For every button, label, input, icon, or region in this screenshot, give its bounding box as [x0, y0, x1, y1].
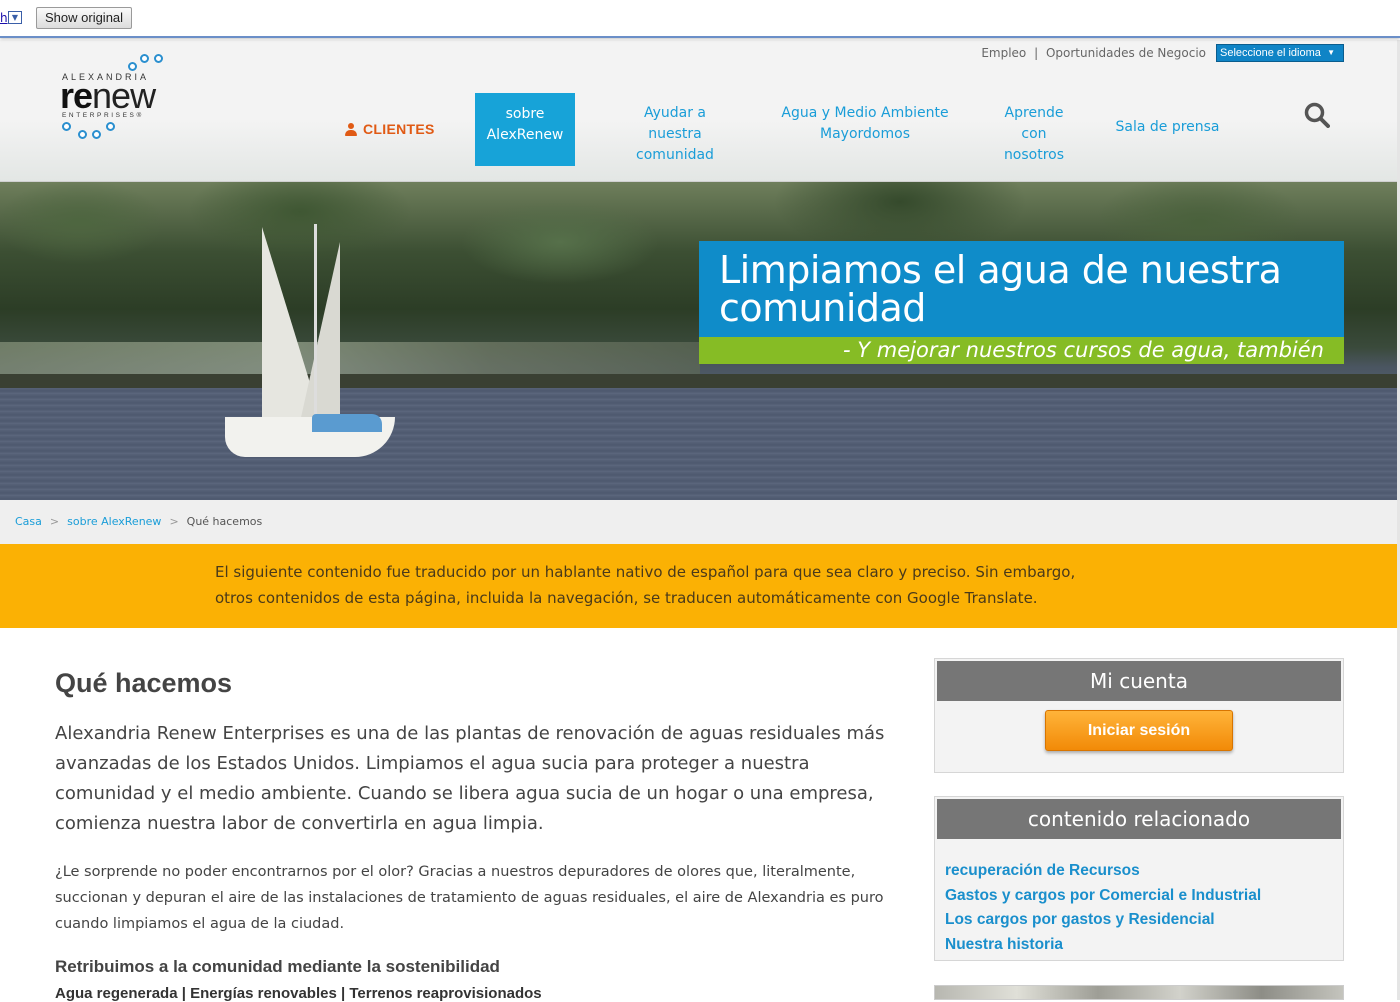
logo-dot-icon — [140, 54, 149, 63]
my-account-title: Mi cuenta — [937, 661, 1341, 701]
nav-ayudar[interactable]: Ayudar a nuestra comunidad — [624, 103, 726, 166]
logo-dot-icon — [128, 62, 137, 71]
page-title: Qué hacemos — [55, 668, 233, 698]
utility-link-oportunidades[interactable]: Oportunidades de Negocio — [1046, 46, 1206, 60]
hero-subline: - Y mejorar nuestros cursos de agua, tam… — [699, 337, 1344, 364]
search-icon[interactable] — [1304, 102, 1330, 128]
logo-dot-icon — [92, 130, 101, 139]
related-link[interactable]: Los cargos por gastos y Residencial — [945, 908, 1343, 933]
logo-bottom-text: ENTERPRISES® — [62, 112, 144, 119]
nav-clientes-label: CLIENTES — [363, 121, 435, 137]
breadcrumb: Casa > sobre AlexRenew > Qué hacemos — [0, 500, 1400, 544]
logo-dot-icon — [154, 54, 163, 63]
main-content: Qué hacemos Alexandria Renew Enterprises… — [55, 660, 905, 1002]
sidebar-image — [934, 985, 1344, 1000]
caret-down-icon: ▼ — [1327, 48, 1335, 57]
nav-sobre-alexrenew[interactable]: sobre AlexRenew — [475, 93, 575, 166]
logo-dot-icon — [106, 122, 115, 131]
nav-sala-de-prensa[interactable]: Sala de prensa — [1110, 117, 1225, 138]
sailboat-jib — [300, 242, 340, 422]
breadcrumb-separator: > — [49, 515, 60, 528]
show-original-button[interactable]: Show original — [36, 7, 133, 29]
related-link[interactable]: Nuestra historia — [945, 933, 1343, 958]
breadcrumb-sobre[interactable]: sobre AlexRenew — [67, 515, 161, 528]
hero-headline: Limpiamos el agua de nuestra comunidad — [699, 241, 1344, 337]
utility-link-empleo[interactable]: Empleo — [981, 46, 1026, 60]
lead-paragraph: Alexandria Renew Enterprises es una de l… — [55, 723, 885, 834]
translation-notice: El siguiente contenido fue traducido por… — [0, 544, 1400, 628]
translate-toolbar: h ▼ Show original — [0, 0, 1400, 38]
site-header: ALEXANDRIA renew ENTERPRISES® Empleo | O… — [0, 40, 1400, 182]
related-link[interactable]: Gastos y cargos por Comercial e Industri… — [945, 884, 1343, 909]
related-content-panel: contenido relacionado recuperación de Re… — [934, 796, 1344, 961]
translation-notice-text: El siguiente contenido fue traducido por… — [215, 563, 1076, 607]
related-link[interactable]: recuperación de Recursos — [945, 859, 1343, 884]
related-content-title: contenido relacionado — [937, 799, 1341, 839]
logo-wordmark: renew — [60, 75, 156, 116]
utility-separator: | — [1034, 46, 1039, 60]
hero-shore — [0, 374, 1400, 388]
translate-language-link[interactable]: h — [0, 11, 8, 25]
breadcrumb-casa[interactable]: Casa — [15, 515, 42, 528]
my-account-panel: Mi cuenta Iniciar sesión — [934, 658, 1344, 773]
nav-aprende[interactable]: Aprende con nosotros — [994, 103, 1074, 166]
body-paragraph: ¿Le sorprende no poder encontrarnos por … — [55, 864, 884, 932]
related-links: recuperación de Recursos Gastos y cargos… — [935, 839, 1343, 957]
logo-dot-icon — [78, 130, 87, 139]
sailboat-canopy — [312, 414, 382, 432]
sailboat-mast — [314, 224, 317, 424]
nav-agua[interactable]: Agua y Medio Ambiente Mayordomos — [780, 103, 950, 145]
utility-links: Empleo | Oportunidades de Negocio — [981, 46, 1206, 60]
section-subheading: Retribuimos a la comunidad mediante la s… — [55, 957, 500, 976]
logo-dot-icon — [62, 122, 71, 131]
alexrenew-logo[interactable]: ALEXANDRIA renew ENTERPRISES® — [60, 54, 180, 144]
hero-water — [0, 388, 1400, 500]
nav-clientes[interactable]: CLIENTES — [345, 119, 435, 140]
breadcrumb-current: Qué hacemos — [186, 515, 263, 528]
chevron-down-icon[interactable]: ▼ — [8, 11, 22, 24]
person-icon — [345, 123, 357, 136]
breadcrumb-separator: > — [169, 515, 179, 528]
language-select-label: Seleccione el idioma — [1220, 47, 1321, 59]
login-button[interactable]: Iniciar sesión — [1045, 710, 1233, 751]
sustainability-tags: Agua regenerada | Energías renovables | … — [55, 985, 542, 1002]
language-select[interactable]: Seleccione el idioma ▼ — [1216, 44, 1344, 62]
